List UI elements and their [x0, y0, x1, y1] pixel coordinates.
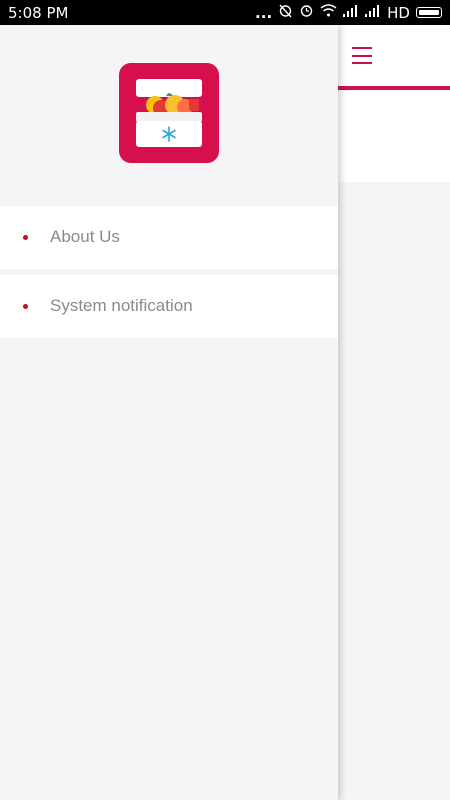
status-icons: ... HD [255, 3, 442, 22]
signal-icon [365, 4, 381, 21]
wifi-icon [320, 4, 337, 21]
battery-icon [416, 7, 442, 18]
bullet-icon [23, 304, 28, 309]
alarm-off-icon [278, 3, 293, 22]
menu-item-label: System notification [50, 296, 193, 315]
menu-item-label: About Us [50, 227, 120, 246]
bullet-icon [23, 235, 28, 240]
network-type: HD [387, 3, 410, 22]
hamburger-menu-icon[interactable] [352, 47, 372, 64]
status-time: 5:08 PM [8, 3, 69, 22]
menu-item-system-notification[interactable]: System notification [0, 275, 338, 338]
more-notifications-icon: ... [255, 3, 273, 22]
status-bar: 5:08 PM ... HD [0, 0, 450, 25]
menu-item-about-us[interactable]: About Us [0, 206, 338, 269]
alarm-icon [299, 3, 314, 22]
fridge-with-fruit-icon [119, 63, 219, 163]
signal-icon [343, 4, 359, 21]
navigation-drawer: About Us System notification [0, 25, 338, 800]
